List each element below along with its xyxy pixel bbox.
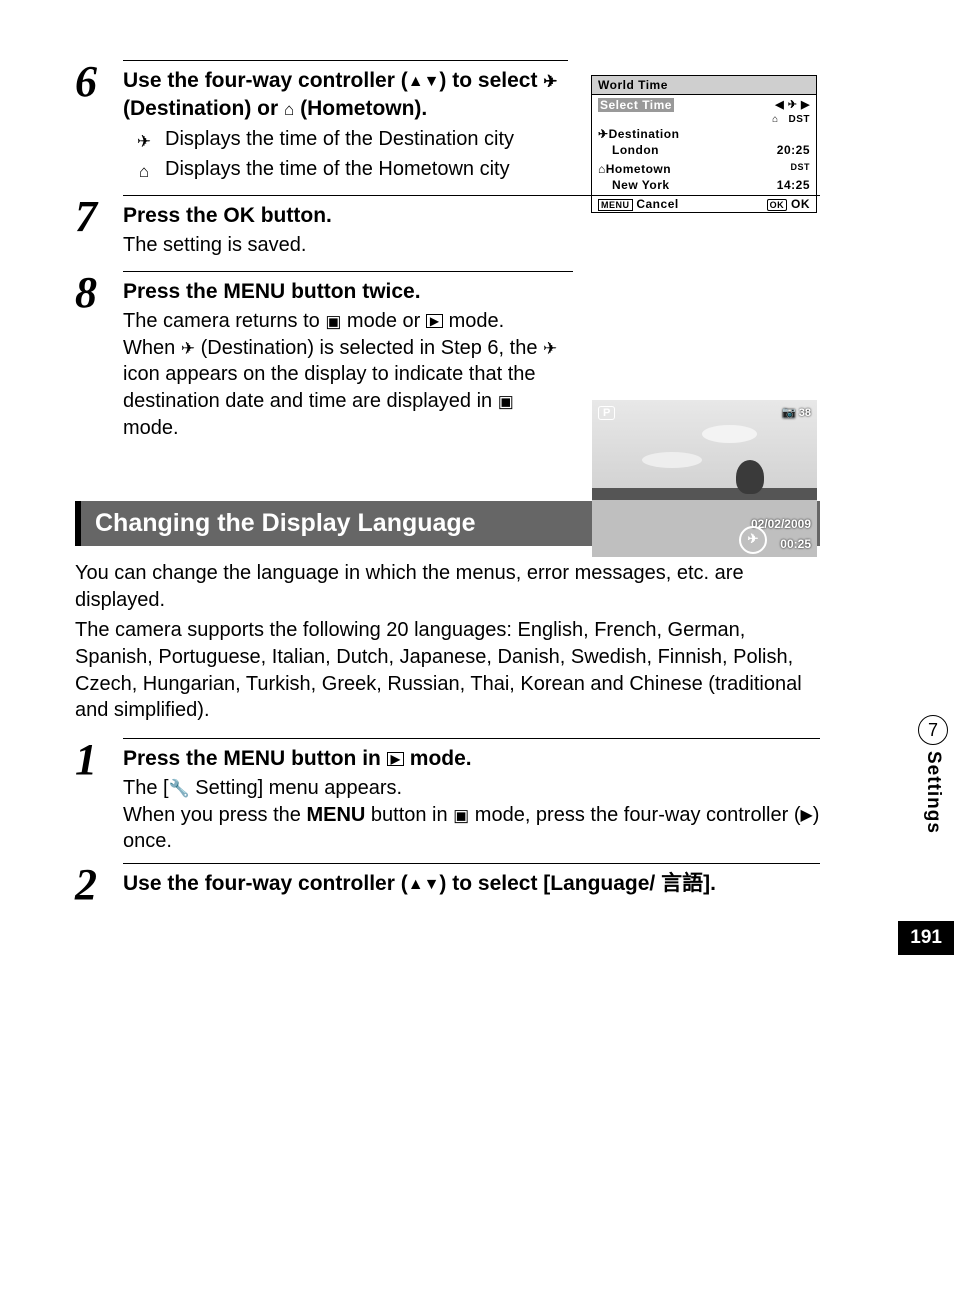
lang-step-2-number: 2 [75, 863, 123, 907]
text: Displays the time of the Hometown city [165, 156, 568, 185]
lang-step-2: 2 Use the four-way controller ( ) to sele… [75, 863, 820, 907]
menu-cancel: MENU Cancel [598, 197, 679, 211]
display-time: 00:25 [780, 537, 811, 551]
wrench-icon: 🔧 [169, 779, 190, 798]
camera-icon: ▣ [498, 392, 514, 411]
text: The camera returns to [123, 310, 325, 332]
play-icon: ▶ [426, 314, 443, 328]
text: mode. [404, 747, 472, 770]
text: ) to select [Language/ 言語]. [439, 872, 716, 895]
menu-label: MENU [223, 280, 285, 303]
airplane-icon: ✈ [137, 132, 151, 151]
text: When [123, 337, 181, 359]
manual-page: 6 Use the four-way controller ( ) to sele… [0, 0, 910, 955]
text: button in [285, 747, 386, 770]
text: Press the [123, 204, 223, 227]
selector-icons: ◀ ✈ ▶ [775, 98, 810, 112]
step-8-heading: Press the MENU button twice. [123, 271, 573, 306]
airplane-icon: ✈ [543, 339, 557, 358]
text: Use the four-way controller ( [123, 872, 408, 895]
step-6-number: 6 [75, 60, 123, 104]
text: Press the [123, 280, 223, 303]
house-dst-icon: ⌂ DST [772, 114, 810, 125]
step-6-sub-hometown: ⌂ Displays the time of the Hometown city [123, 156, 568, 185]
lang-step-1-text: The [🔧 Setting] menu appears. When you p… [123, 775, 820, 855]
right-triangle-icon [800, 804, 812, 826]
world-time-title: World Time [598, 78, 668, 92]
step-7-number: 7 [75, 195, 123, 239]
intro-paragraph-2: The camera supports the following 20 lan… [75, 617, 820, 723]
camera-display-screenshot: P 📷 38 02/02/2009 ✈ 00:25 [592, 400, 817, 557]
text: mode or [341, 310, 425, 332]
text: mode. [443, 310, 504, 332]
up-triangle-icon [408, 69, 424, 92]
step-6-heading: Use the four-way controller ( ) to select… [123, 60, 568, 124]
hometown-time: 14:25 [777, 178, 810, 192]
page-number: 191 [898, 921, 954, 955]
house-icon: ⌂ [139, 162, 149, 181]
ok-label: OK [223, 204, 255, 227]
lang-step-1: 1 Press the MENU button in ▶ mode. The [… [75, 738, 820, 855]
text: (Hometown). [294, 97, 427, 120]
shot-count: 📷 38 [782, 406, 811, 419]
hometown-label: ⌂Hometown [598, 162, 671, 176]
lang-step-2-heading: Use the four-way controller ( ) to select… [123, 863, 820, 898]
ok-ok: OK OK [767, 197, 810, 211]
text: button twice. [285, 280, 420, 303]
world-time-screen: World Time Select Time ◀ ✈ ▶ ⌂ DST ✈Dest… [591, 75, 817, 213]
lang-step-1-heading: Press the MENU button in ▶ mode. [123, 738, 820, 773]
hometown-city: New York [598, 178, 670, 192]
text: (Destination) is selected in Step 6, the [195, 337, 543, 359]
destination-city: London [598, 143, 659, 157]
text: ) to select [439, 69, 543, 92]
step-8-text: The camera returns to ▣ mode or ▶ mode. … [123, 308, 573, 441]
airplane-icon: ✈ [181, 339, 195, 358]
text: When you press the [123, 804, 306, 826]
down-triangle-icon [424, 872, 440, 895]
play-icon: ▶ [387, 752, 404, 766]
text: The [ [123, 777, 169, 799]
step-6-sub-destination: ✈ Displays the time of the Destination c… [123, 126, 568, 155]
menu-label: MENU [223, 747, 285, 770]
down-triangle-icon [424, 69, 440, 92]
text: Setting] menu appears. [190, 777, 402, 799]
destination-indicator-icon: ✈ [739, 526, 767, 554]
text: Press the [123, 747, 223, 770]
text: button in [365, 804, 453, 826]
text: mode, press the four-way controller ( [469, 804, 800, 826]
mode-indicator: P [598, 406, 615, 420]
dst-off-icon: DST [791, 162, 811, 176]
select-time-label: Select Time [598, 98, 674, 112]
lang-step-1-number: 1 [75, 738, 123, 782]
text: mode. [123, 417, 179, 439]
camera-icon: ▣ [453, 806, 469, 825]
up-triangle-icon [408, 872, 424, 895]
text: icon appears on the display to indicate … [123, 363, 536, 412]
chapter-tab: 7 Settings [912, 715, 954, 834]
text: (Destination) or [123, 97, 284, 120]
camera-icon: ▣ [325, 312, 341, 331]
step-7-text: The setting is saved. [123, 232, 820, 259]
destination-time: 20:25 [777, 143, 810, 157]
text: Displays the time of the Destination cit… [165, 126, 568, 155]
menu-label: MENU [306, 804, 365, 826]
chapter-number: 7 [918, 715, 948, 745]
step-8-number: 8 [75, 271, 123, 315]
text: Use the four-way controller ( [123, 69, 408, 92]
intro-paragraph-1: You can change the language in which the… [75, 560, 820, 613]
chapter-label: Settings [922, 751, 944, 834]
airplane-icon: ✈ [543, 72, 557, 91]
text: button. [255, 204, 332, 227]
destination-label: ✈Destination [598, 127, 679, 141]
house-icon: ⌂ [284, 100, 294, 119]
